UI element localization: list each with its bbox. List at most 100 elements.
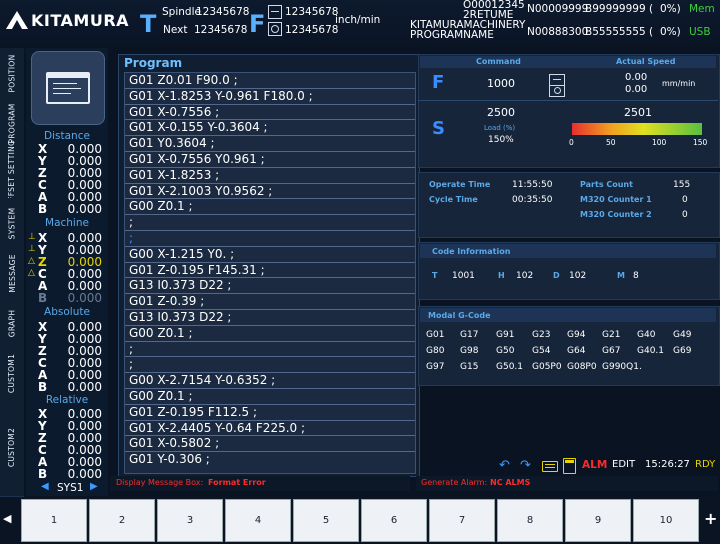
program-line[interactable]: ; — [125, 215, 415, 231]
feed-actual-2: 0.00 — [625, 84, 648, 95]
program-line[interactable]: G01 Z-0.39 ; — [125, 294, 415, 310]
modal-gcode: G08P0 — [567, 362, 597, 372]
program-line[interactable]: G01 Z-0.195 F145.31 ; — [125, 263, 415, 279]
program-listing[interactable]: G01 Z0.01 F90.0 ; G01 X-1.8253 Y-0.961 F… — [124, 72, 416, 474]
fkey-5[interactable]: 5 — [293, 499, 359, 542]
fkey-8[interactable]: 8 — [497, 499, 563, 542]
tab-custom1[interactable]: CUSTOM1 — [0, 348, 24, 399]
machine-header: Machine — [45, 217, 89, 229]
program-line[interactable]: G01 X-2.4405 Y-0.64 F225.0 ; — [125, 421, 415, 437]
operate-time-label: Operate Time — [429, 180, 491, 189]
counter-1-label: M320 Counter 1 — [580, 195, 652, 204]
feed-unit-label: mm/min — [662, 79, 696, 88]
program-line[interactable]: ; — [125, 357, 415, 374]
sys-prev-button[interactable]: ◀ — [41, 481, 49, 492]
program-line[interactable]: G00 Z0.1 ; — [125, 326, 415, 342]
program-line[interactable]: G00 X-2.7154 Y-0.6352 ; — [125, 373, 415, 389]
program-line[interactable]: G13 I0.373 D22 ; — [125, 310, 415, 326]
axis-value: 0.000 — [67, 291, 102, 305]
tab-message[interactable]: MESSAGE — [0, 248, 24, 299]
axis-label: B — [38, 202, 48, 216]
modal-gcode: G40 — [637, 330, 656, 340]
program-line[interactable]: G00 Z0.1 ; — [125, 199, 415, 216]
fkey-1[interactable]: 1 — [21, 499, 87, 542]
modal-gcode: G990Q1. — [602, 362, 642, 372]
load-scale-150: 150 — [693, 138, 708, 147]
distance-header: Distance — [44, 130, 90, 142]
program-line[interactable]: G01 X-1.8253 Y-0.961 F180.0 ; — [125, 89, 415, 105]
next-label: Next — [163, 24, 188, 36]
fkey-6[interactable]: 6 — [361, 499, 427, 542]
counter-n2: N00888300 — [527, 26, 589, 38]
relative-b-row: B 0.000 — [26, 468, 106, 480]
calculator-icon[interactable] — [563, 458, 576, 474]
divider — [418, 100, 718, 101]
feed-indicator-icon — [268, 5, 282, 19]
axis-value: 0.000 — [67, 202, 102, 216]
sys-next-button[interactable]: ▶ — [90, 481, 98, 492]
spindle-value: 12345678 — [196, 6, 250, 18]
modal-gcode: G50.1 — [496, 362, 524, 372]
program-line[interactable]: G01 Z0.01 F90.0 ; — [125, 73, 415, 89]
tab-custom2[interactable]: CUSTOM2 — [0, 398, 24, 497]
brand-logo: KITAMURA — [6, 9, 129, 31]
modal-gcode: G94 — [567, 330, 586, 340]
counter-1-value: 0 — [682, 195, 688, 205]
axis-label: B — [38, 380, 48, 394]
modal-gcode: G67 — [602, 346, 621, 356]
tab-offset-setting[interactable]: OFFSET SETTING — [0, 139, 24, 207]
feed-value-1: 12345678 — [285, 6, 339, 18]
program-line[interactable]: G00 X-1.215 Y0. ; — [125, 247, 415, 263]
fkey-prev-button[interactable]: ◀ — [3, 512, 11, 525]
alarm-value: NC ALMS — [490, 478, 531, 487]
fkey-4[interactable]: 4 — [225, 499, 291, 542]
fkey-3[interactable]: 3 — [157, 499, 223, 542]
cycle-time-label: Cycle Time — [429, 195, 478, 204]
ready-indicator: RDY — [695, 459, 716, 470]
modal-gcode: G40.1 — [637, 346, 665, 356]
program-line[interactable]: G01 Y-0.306 ; — [125, 452, 415, 468]
program-line[interactable]: G01 X-0.5802 ; — [125, 436, 415, 453]
fkey-2[interactable]: 2 — [89, 499, 155, 542]
fkey-add-button[interactable]: + — [704, 509, 717, 528]
axis-label: B — [38, 291, 48, 305]
modal-gcode: G64 — [567, 346, 586, 356]
redo-icon[interactable]: ↷ — [520, 458, 531, 473]
modal-gcode: G21 — [602, 330, 621, 340]
code-t-label: T — [432, 271, 438, 280]
tab-system[interactable]: SYSTEM — [0, 198, 24, 249]
operate-time-value: 11:55:50 — [512, 180, 553, 190]
feed-actual-1: 0.00 — [625, 72, 648, 83]
tab-graph[interactable]: GRAPH — [0, 298, 24, 349]
side-tab-bar: POSITION PROGRAM OFFSET SETTING SYSTEM M… — [0, 48, 24, 497]
tab-position[interactable]: POSITION — [0, 48, 24, 99]
program-line[interactable]: G01 X-0.7556 ; — [125, 105, 415, 121]
load-scale-50: 50 — [606, 138, 616, 147]
program-line[interactable]: G01 X-0.7556 Y0.961 ; — [125, 152, 415, 168]
program-line[interactable]: G01 Y0.3604 ; — [125, 136, 415, 152]
program-line-cursor[interactable]: ; — [125, 231, 415, 247]
program-line[interactable]: ; — [125, 342, 415, 358]
fkey-7[interactable]: 7 — [429, 499, 495, 542]
fkey-9[interactable]: 9 — [565, 499, 631, 542]
keyboard-icon[interactable] — [542, 461, 558, 472]
program-line[interactable]: G01 X-0.155 Y-0.3604 ; — [125, 120, 415, 137]
undo-icon[interactable]: ↶ — [499, 458, 510, 473]
code-h-label: H — [498, 271, 505, 280]
program-line[interactable]: G00 Z0.1 ; — [125, 389, 415, 405]
counter-b2: B55555555 ( — [585, 26, 654, 38]
load-label: Load (%) — [484, 124, 516, 132]
feed-letter: F — [249, 10, 266, 38]
sys-label: SYS1 — [57, 482, 84, 494]
modal-gcode: G98 — [460, 346, 479, 356]
program-line[interactable]: G13 I0.373 D22 ; — [125, 278, 415, 295]
modal-gcode: G54 — [532, 346, 551, 356]
modal-gcode: G91 — [496, 330, 515, 340]
brand-name: KITAMURA — [31, 10, 130, 30]
fkey-10[interactable]: 10 — [633, 499, 699, 542]
program-line[interactable]: G01 X-2.1003 Y0.9562 ; — [125, 184, 415, 200]
load-scale-0: 0 — [569, 138, 574, 147]
program-line[interactable]: G01 Z-0.195 F112.5 ; — [125, 405, 415, 421]
program-line[interactable]: G01 X-1.8253 ; — [125, 168, 415, 184]
machine-b-row: B 0.000 — [26, 292, 106, 304]
